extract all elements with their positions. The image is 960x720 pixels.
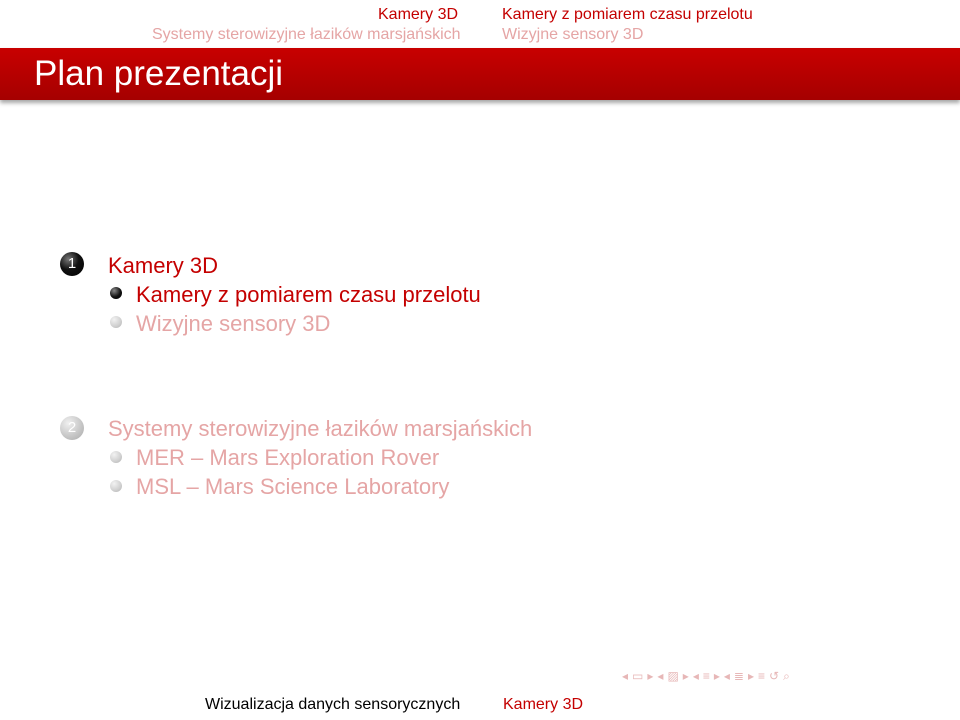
zoom-icon[interactable]: ⌕: [783, 669, 790, 684]
section-number-ball: 2: [60, 416, 84, 440]
header-section-systemy[interactable]: Systemy sterowizyjne łazików marsjańskic…: [152, 26, 461, 44]
header-subsection-wizyjne[interactable]: Wizyjne sensory 3D: [502, 26, 643, 44]
toc-section-1[interactable]: Kamery 3D: [108, 253, 218, 279]
footer-presentation-title: Wizualizacja danych sensorycznych: [205, 696, 461, 713]
subsection-bullet-icon: [110, 480, 122, 492]
section-icon[interactable]: ≣: [734, 669, 744, 683]
subsection-bullet-icon: [110, 451, 122, 463]
footer: Wizualizacja danych sensorycznych Kamery…: [0, 690, 960, 720]
title-bar: Plan prezentacji: [0, 48, 960, 100]
frame-icon[interactable]: ▭: [632, 669, 643, 683]
nav-right-arrow-icon[interactable]: ▸: [683, 669, 689, 683]
toc-subsection-2-1[interactable]: MER – Mars Exploration Rover: [136, 445, 439, 471]
section-number-ball: 1: [60, 252, 84, 276]
subsection-bullet-icon: [110, 316, 122, 328]
toc-subsection-1-2[interactable]: Wizyjne sensory 3D: [136, 311, 330, 337]
undo-icon[interactable]: ↺: [769, 669, 779, 683]
page-title: Plan prezentacji: [34, 54, 284, 93]
toc-section-2[interactable]: Systemy sterowizyjne łazików marsjańskic…: [108, 416, 532, 442]
nav-left-arrow-icon[interactable]: ◂: [657, 669, 663, 683]
header-section-kamery-3d[interactable]: Kamery 3D: [378, 6, 458, 24]
nav-left-arrow-icon[interactable]: ◂: [693, 669, 699, 683]
subsection-icon[interactable]: ≡: [703, 669, 710, 683]
align-icon[interactable]: ≡: [758, 669, 765, 683]
subsection-bullet-icon: [110, 287, 122, 299]
nav-left-arrow-icon[interactable]: ◂: [724, 669, 730, 683]
nav-right-arrow-icon[interactable]: ▸: [647, 669, 653, 683]
nav-left-arrow-icon[interactable]: ◂: [622, 669, 628, 683]
toc-subsection-2-2[interactable]: MSL – Mars Science Laboratory: [136, 474, 449, 500]
header-subsection-kamery-tof[interactable]: Kamery z pomiarem czasu przelotu: [502, 6, 753, 24]
slide-icon[interactable]: ▨: [667, 669, 678, 683]
nav-right-arrow-icon[interactable]: ▸: [714, 669, 720, 683]
nav-right-arrow-icon[interactable]: ▸: [748, 669, 754, 683]
navigation-symbols: ◂ ▭ ▸ ◂ ▨ ▸ ◂ ≡ ▸ ◂ ≣ ▸ ≡ ↺ ⌕: [622, 664, 790, 688]
footer-section-title: Kamery 3D: [503, 696, 584, 713]
toc-subsection-1-1[interactable]: Kamery z pomiarem czasu przelotu: [136, 282, 481, 308]
header-nav: Kamery 3D Systemy sterowizyjne łazików m…: [0, 0, 960, 48]
